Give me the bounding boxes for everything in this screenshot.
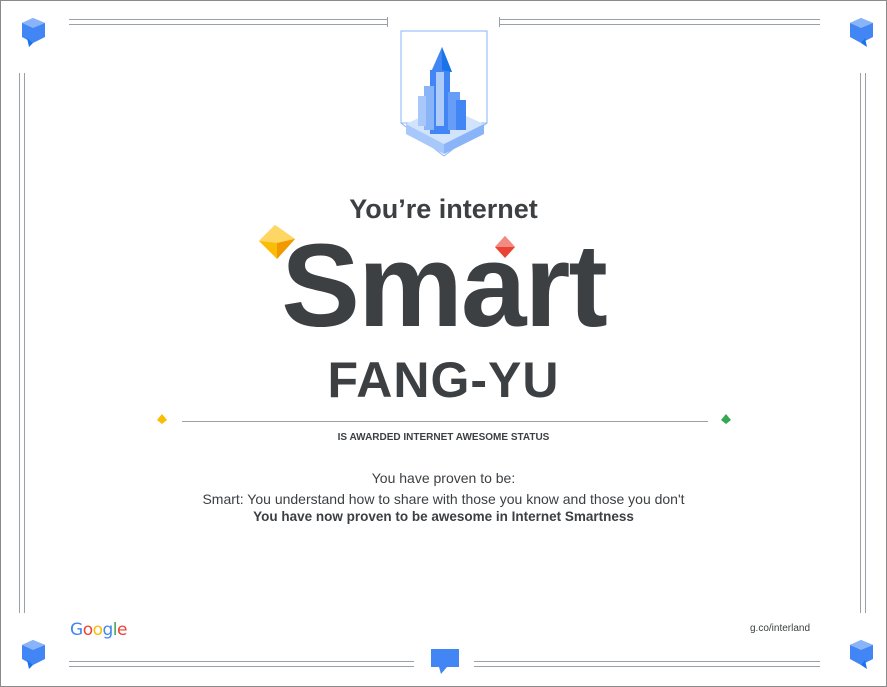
small-yellow-gem-icon [157,414,167,424]
bottom-border-left [69,661,414,667]
proven-label: You have proven to be: [371,470,516,486]
certificate-big-word: Smart [281,220,607,352]
corner-chat-icon-bottom-left [22,640,45,669]
top-border-left-tick [387,17,388,27]
google-logo-letter: e [117,620,127,640]
top-border-right-tick [499,17,500,27]
top-border-left [69,19,387,25]
corner-chat-icon-top-left [22,18,45,47]
corner-chat-icon-top-right [850,18,873,47]
red-gem-icon [495,236,515,258]
google-logo-letter: G [70,620,83,640]
certificate-page: You’re internet Smart FANG-YU IS AWARDED… [0,0,887,687]
google-logo: Google [70,620,127,640]
interland-url: g.co/interland [750,623,811,634]
google-logo-letter: o [82,620,93,640]
yellow-gem-icon [259,225,295,259]
recipient-name: FANG-YU [327,352,560,408]
summary-statement: You have now proven to be awesome in Int… [253,509,634,524]
award-divider [182,421,708,422]
corner-chat-icon-bottom-right [850,640,873,669]
bottom-chat-icon [431,649,459,674]
tower-emblem-icon [400,30,488,157]
small-green-gem-icon [721,414,731,424]
bottom-border-right [474,661,820,667]
awarded-status-text: IS AWARDED INTERNET AWESOME STATUS [337,432,550,443]
skill-description: Smart: You understand how to share with … [202,491,685,507]
google-logo-letter: o [92,620,103,640]
google-logo-letter: g [102,620,114,640]
top-border-right [500,19,820,25]
